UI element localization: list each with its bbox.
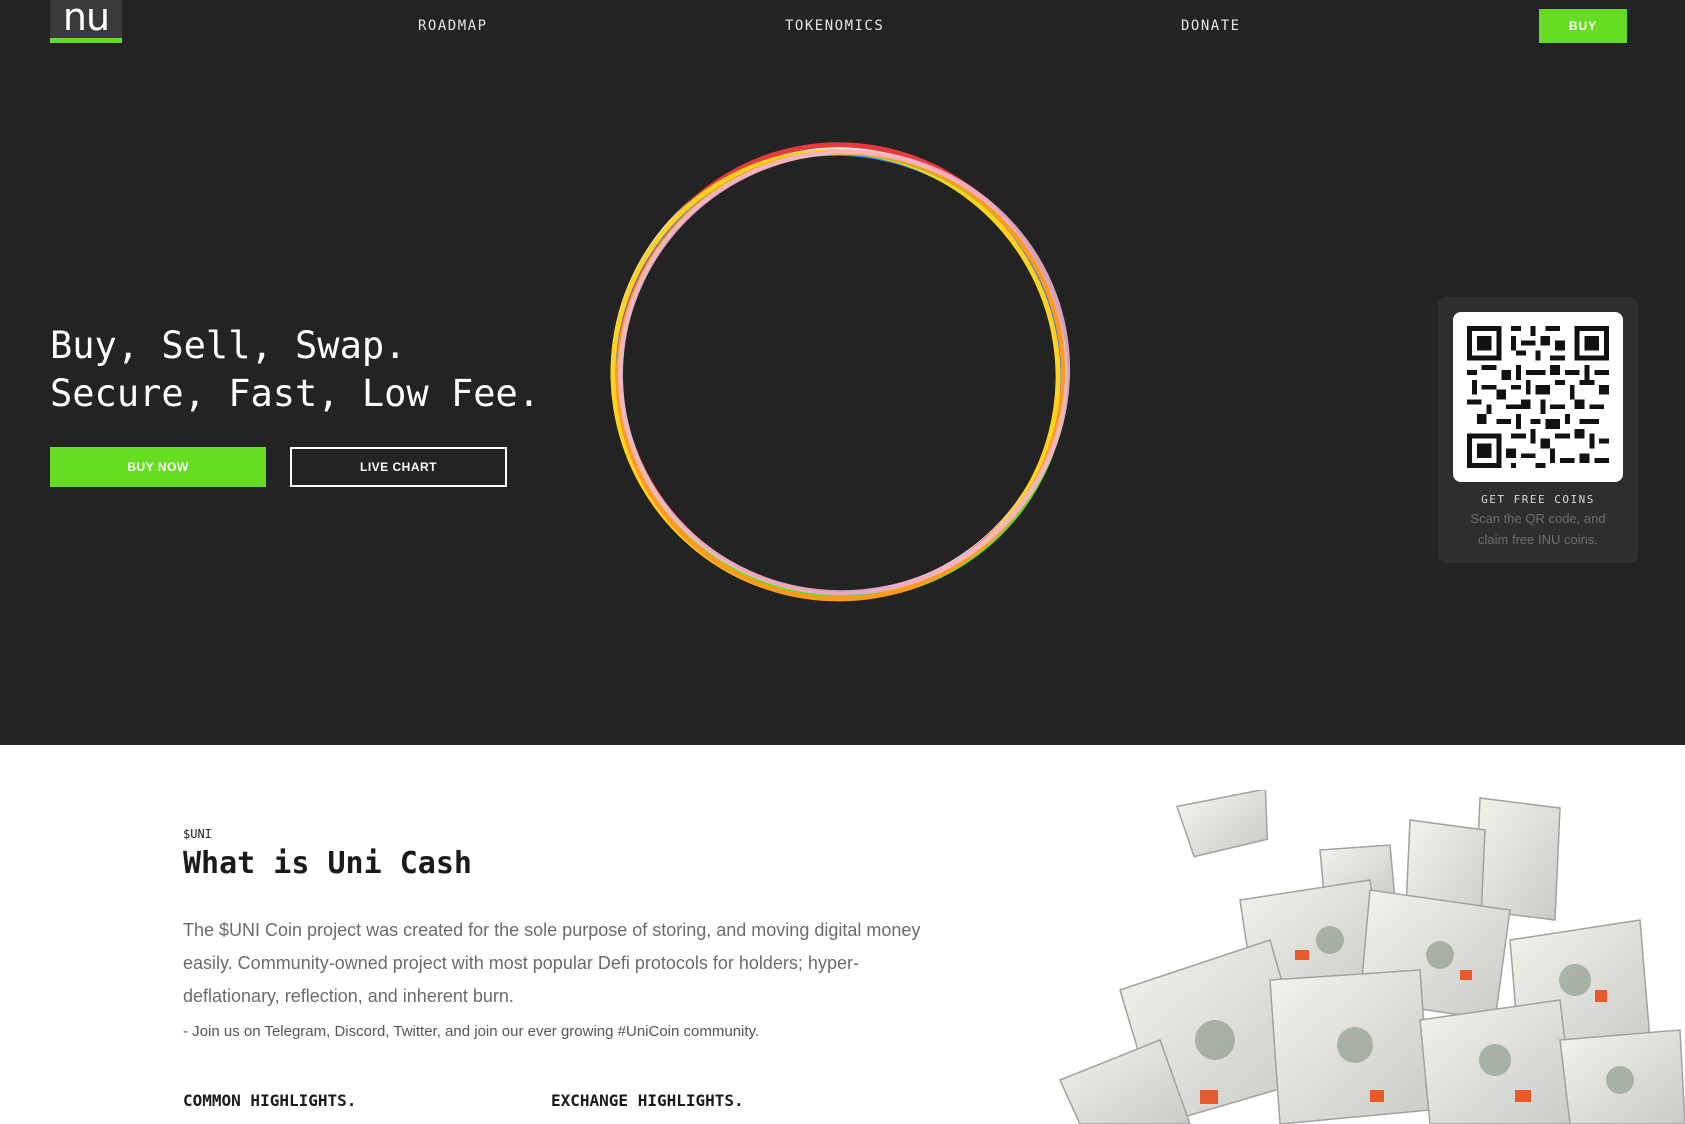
site-logo[interactable]: nu — [50, 0, 122, 43]
qr-code-frame[interactable] — [1453, 312, 1623, 482]
buy-now-button[interactable]: BUY NOW — [50, 447, 266, 487]
logo-text: nu — [62, 0, 110, 39]
headline-line-1: Buy, Sell, Swap. — [50, 324, 407, 367]
section-paragraph: The $UNI Coin project was created for th… — [183, 920, 921, 1006]
exchange-highlights-heading: EXCHANGE HIGHLIGHTS. — [551, 1091, 744, 1110]
hero-headline: Buy, Sell, Swap. Secure, Fast, Low Fee. — [50, 322, 540, 418]
qr-description: Scan the QR code, and claim free INU coi… — [1470, 511, 1606, 547]
nav-link-donate[interactable]: DONATE — [1181, 18, 1241, 34]
section-title: What is Uni Cash — [183, 846, 472, 881]
headline-line-2: Secure, Fast, Low Fee. — [50, 372, 541, 415]
section-tag: $UNI — [183, 827, 212, 841]
money-pile-image — [1058, 790, 1685, 1124]
hero-section: nu ROADMAP TOKENOMICS DONATE BUY Buy, Se… — [0, 0, 1685, 745]
qr-title: GET FREE COINS — [1481, 493, 1595, 506]
qr-card: GET FREE COINS Scan the QR code, and cla… — [1438, 297, 1638, 563]
nav-link-roadmap[interactable]: ROADMAP — [418, 18, 488, 34]
qr-code-icon — [1467, 326, 1609, 468]
buy-button[interactable]: BUY — [1539, 9, 1627, 43]
live-chart-button[interactable]: LIVE CHART — [290, 447, 507, 487]
common-highlights-heading: COMMON HIGHLIGHTS. — [183, 1091, 357, 1110]
community-bullet: - Join us on Telegram, Discord, Twitter,… — [183, 1023, 760, 1040]
nav-link-tokenomics[interactable]: TOKENOMICS — [785, 18, 884, 34]
rainbow-ring-graphic — [610, 142, 1071, 602]
